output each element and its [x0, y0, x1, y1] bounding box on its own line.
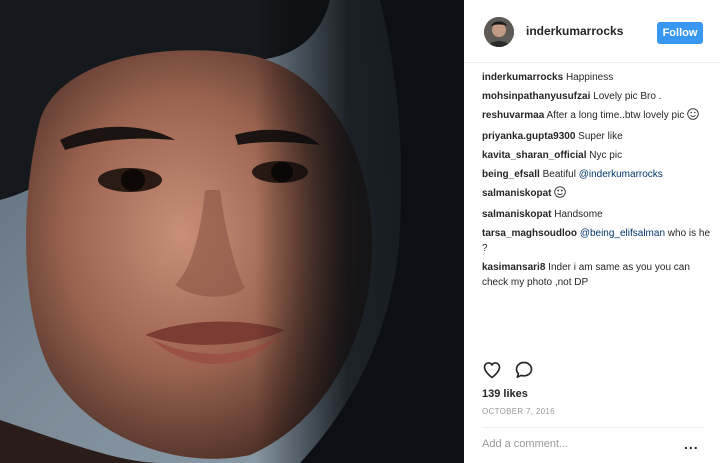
heart-eyes-emoji: [554, 186, 567, 203]
comment-text: Super like: [578, 131, 623, 142]
smile-emoji: [687, 108, 699, 125]
comment-item: kavita_sharan_official Nyc pic: [482, 148, 714, 163]
comment-username[interactable]: kavita_sharan_official: [482, 150, 587, 161]
comment-item: salmaniskopat: [482, 186, 714, 203]
instagram-post-window: inderkumarrocks Follow inderkumarrocks H…: [0, 0, 720, 463]
portrait-image: [0, 0, 464, 463]
comment-icon[interactable]: [514, 360, 534, 380]
likes-count[interactable]: 139 likes: [482, 388, 528, 400]
avatar[interactable]: [484, 17, 514, 47]
post-sidebar: inderkumarrocks Follow inderkumarrocks H…: [464, 0, 720, 463]
post-username[interactable]: inderkumarrocks: [526, 24, 623, 38]
comment-username[interactable]: inderkumarrocks: [482, 72, 563, 83]
post-date: OCTOBER 7, 2016: [482, 407, 555, 416]
action-bar: [482, 360, 542, 382]
divider: [482, 427, 704, 428]
add-comment-input[interactable]: [482, 434, 672, 454]
comment-text: Nyc pic: [589, 150, 623, 161]
comment-username[interactable]: mohsinpathanyusufzai: [482, 91, 590, 102]
comment-item: tarsa_maghsoudloo @being_elifsalman who …: [482, 226, 714, 256]
comment-username[interactable]: kasimansari8: [482, 262, 545, 273]
comment-mention-link[interactable]: @inderkumarrocks: [579, 169, 663, 180]
post-photo[interactable]: [0, 0, 464, 463]
comment-item: mohsinpathanyusufzai Lovely pic Bro .: [482, 89, 714, 104]
comment-item: priyanka.gupta9300 Super like: [482, 129, 714, 144]
comment-username[interactable]: being_efsall: [482, 169, 540, 180]
comment-item: salmaniskopat Handsome: [482, 207, 714, 222]
avatar-image: [484, 17, 514, 47]
comment-text: Happiness: [565, 72, 614, 83]
comment-username[interactable]: reshuvarmaa: [482, 110, 544, 121]
comment-text: Lovely pic Bro .: [593, 91, 662, 102]
comment-text: Beatiful: [542, 169, 576, 180]
comment-text: Handsome: [554, 209, 603, 220]
comments-list: inderkumarrocks Happiness mohsinpathanyu…: [482, 70, 714, 294]
comment-username[interactable]: tarsa_maghsoudloo: [482, 228, 577, 239]
comment-item: being_efsall Beatiful @inderkumarrocks: [482, 167, 714, 182]
more-options-icon[interactable]: ...: [684, 436, 699, 452]
comment-item: kasimansari8 Inder i am same as you you …: [482, 260, 714, 290]
follow-button[interactable]: Follow: [657, 22, 703, 44]
comment-username[interactable]: salmaniskopat: [482, 209, 551, 220]
comment-username[interactable]: salmaniskopat: [482, 188, 551, 199]
comment-text: After a long time..btw lovely pic: [546, 110, 685, 121]
comment-mention-link[interactable]: @being_elifsalman: [580, 228, 665, 239]
comment-item: inderkumarrocks Happiness: [482, 70, 714, 85]
heart-icon[interactable]: [482, 360, 502, 380]
comment-item: reshuvarmaa After a long time..btw lovel…: [482, 108, 714, 125]
comment-username[interactable]: priyanka.gupta9300: [482, 131, 575, 142]
post-header: inderkumarrocks Follow: [464, 0, 720, 63]
